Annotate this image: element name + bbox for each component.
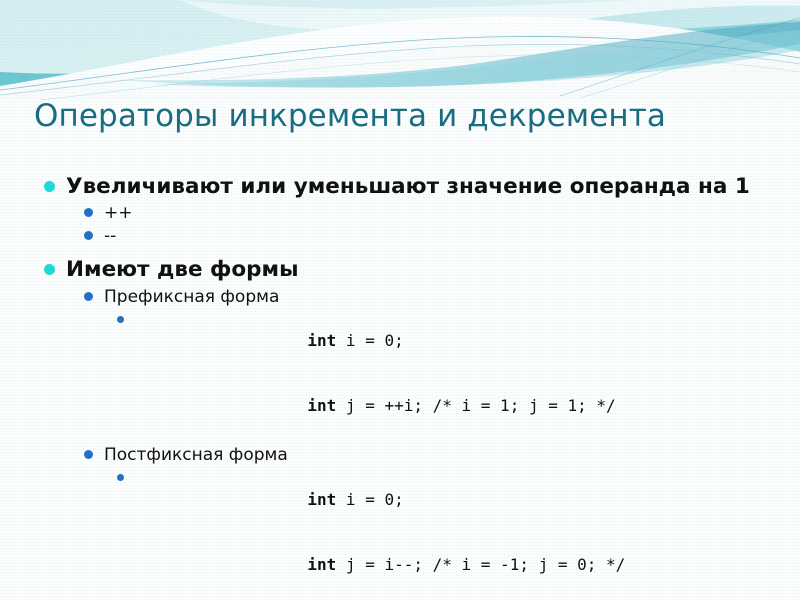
bullet-text: Имеют две формы — [66, 257, 299, 283]
bullet-list-level3: int i = 0; int j = ++i; /* i = 1; j = 1;… — [106, 309, 776, 438]
code-text: j = ++i; /* i = 1; j = 1; */ — [336, 396, 616, 416]
bullet-dot-icon — [84, 208, 93, 218]
bullet-row: Увеличивают или уменьшают значение опера… — [36, 174, 776, 200]
code-text: j = i--; /* i = -1; j = 0; */ — [336, 554, 626, 574]
bullet-dot-icon — [44, 264, 55, 276]
bullet-operator-minusminus: -- — [74, 225, 776, 247]
code-block-prefix: int i = 0; int j = ++i; /* i = 1; j = 1;… — [106, 309, 776, 438]
bullet-two-forms: Имеют две формы Префиксная форма int i = — [36, 257, 776, 596]
bullet-row: Имеют две формы — [36, 257, 776, 283]
bullet-text: ++ — [104, 203, 133, 224]
code-keyword: int — [307, 396, 337, 416]
bullet-row: -- — [74, 225, 776, 247]
bullet-row: Постфиксная форма — [74, 444, 776, 466]
header-decoration — [0, 0, 800, 100]
bullet-dot-icon — [117, 315, 124, 323]
bullet-text: Префиксная форма — [104, 286, 280, 307]
header-wave-graphic — [0, 0, 800, 100]
bullet-dot-icon — [84, 291, 93, 301]
bullet-dot-icon — [44, 181, 55, 192]
bullet-operator-plusplus: ++ — [74, 202, 776, 224]
bullet-dot-icon — [117, 474, 124, 482]
bullet-row: ++ — [74, 202, 776, 224]
bullet-list-level2: Префиксная форма int i = 0; int j = ++i;… — [74, 286, 776, 597]
spacer — [36, 248, 776, 257]
bullet-text: Постфиксная форма — [104, 445, 288, 466]
code-block-postfix: int i = 0; int j = i--; /* i = -1; j = 0… — [106, 467, 776, 596]
bullet-increase-decrease: Увеличивают или уменьшают значение опера… — [36, 174, 776, 247]
code-row: int j = i--; /* i = -1; j = 0; */ — [106, 533, 776, 596]
bullet-dot-icon — [84, 450, 93, 460]
code-row: int i = 0; — [106, 467, 776, 530]
code-text: i = 0; — [336, 489, 404, 509]
slide: Операторы инкремента и декремента Увелич… — [0, 0, 800, 600]
code-keyword: int — [307, 330, 337, 350]
code-row: int j = ++i; /* i = 1; j = 1; */ — [106, 374, 776, 437]
code-row: int i = 0; — [106, 309, 776, 372]
code-text: i = 0; — [336, 330, 404, 350]
bullet-dot-icon — [84, 231, 93, 241]
bullet-postfix-form: Постфиксная форма int i = 0; int j = i--… — [74, 444, 776, 596]
code-keyword: int — [307, 554, 337, 574]
slide-body: Увеличивают или уменьшают значение опера… — [36, 174, 776, 600]
bullet-row: Префиксная форма — [74, 286, 776, 308]
page-title: Операторы инкремента и декремента — [34, 97, 667, 134]
bullet-list-level2: ++ -- — [74, 202, 776, 247]
bullet-list-level3: int i = 0; int j = i--; /* i = -1; j = 0… — [106, 467, 776, 596]
bullet-prefix-form: Префиксная форма int i = 0; int j = ++i;… — [74, 286, 776, 438]
bullet-text: -- — [104, 226, 117, 247]
bullet-text: Увеличивают или уменьшают значение опера… — [66, 174, 750, 199]
code-keyword: int — [307, 489, 337, 509]
bullet-list-level1: Увеличивают или уменьшают значение опера… — [36, 174, 776, 600]
